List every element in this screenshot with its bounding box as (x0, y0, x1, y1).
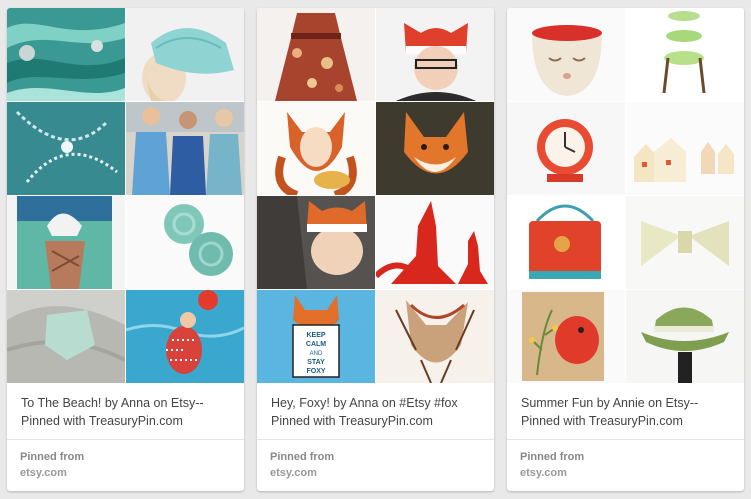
green-hat-image (626, 290, 744, 383)
pinned-from-label: Pinned from (20, 451, 85, 463)
pin-source-link[interactable]: etsy.com (270, 467, 317, 479)
teal-yarn-skeins-image (7, 8, 125, 101)
pin-description[interactable]: Summer Fun by Annie on Etsy-- Pinned wit… (521, 394, 733, 430)
aqua-sun-hat-image (126, 8, 244, 101)
pin-source-link[interactable]: etsy.com (20, 467, 67, 479)
divider (7, 439, 244, 440)
poster-line-5: FOXY (306, 368, 325, 375)
fox-girl-illustration-image (257, 102, 375, 195)
knotted-scarf-image (7, 196, 125, 289)
divider (507, 439, 744, 440)
pinned-from-label: Pinned from (520, 451, 585, 463)
pin-source-link[interactable]: etsy.com (520, 467, 567, 479)
poster-line-4: STAY (307, 359, 325, 366)
linen-bow-image (626, 196, 744, 289)
women-in-dresses-image (126, 102, 244, 195)
red-clock-image (507, 102, 625, 195)
pin-image-grid[interactable] (7, 8, 244, 383)
poster-line-2: CALM (306, 341, 326, 348)
ceramic-houses-image (626, 102, 744, 195)
red-bag-image (507, 196, 625, 289)
poster-line-3: AND (310, 351, 323, 357)
fox-sketch-image (376, 290, 494, 383)
divider (257, 439, 494, 440)
sea-glass-image (7, 290, 125, 383)
pin-card[interactable]: Summer Fun by Annie on Etsy-- Pinned wit… (507, 8, 744, 491)
pin-description[interactable]: Hey, Foxy! by Anna on #Etsy #fox Pinned … (271, 394, 483, 430)
aqua-glass-buttons-image (126, 196, 244, 289)
keep-calm-stay-foxy-poster-image: KEEP CALM AND STAY FOXY (257, 290, 375, 383)
swimmer-painting-image (126, 290, 244, 383)
pin-image-grid[interactable] (507, 8, 744, 383)
pinned-from-label: Pinned from (270, 451, 335, 463)
pin-image-grid[interactable]: KEEP CALM AND STAY FOXY (257, 8, 494, 383)
shell-necklace-image (7, 102, 125, 195)
pin-description[interactable]: To The Beach! by Anna on Etsy-- Pinned w… (21, 394, 233, 430)
face-planter-image (507, 8, 625, 101)
floral-dress-image (257, 8, 375, 101)
pin-card[interactable]: KEEP CALM AND STAY FOXY Hey, Foxy! by An… (257, 8, 494, 491)
pin-card[interactable]: To The Beach! by Anna on Etsy-- Pinned w… (7, 8, 244, 491)
red-fox-plush-image (376, 196, 494, 289)
red-fox-photo-image (376, 102, 494, 195)
baby-fox-hat-image (257, 196, 375, 289)
poster-line-1: KEEP (306, 332, 325, 339)
fox-hat-woman-image (376, 8, 494, 101)
red-bird-painting-image (507, 290, 625, 383)
green-stool-image (626, 8, 744, 101)
